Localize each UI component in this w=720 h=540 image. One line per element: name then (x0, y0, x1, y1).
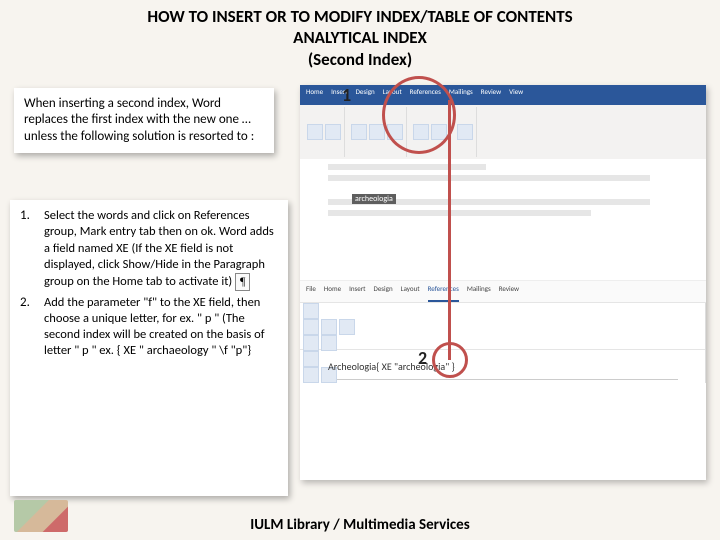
steps-panel: 1. Select the words and click on Referen… (10, 200, 288, 496)
ribbon-group (300, 335, 706, 351)
ribbon-tab[interactable]: Home (306, 87, 323, 105)
ribbon-tab[interactable]: Review (481, 87, 501, 105)
connector-line (448, 100, 451, 360)
highlighted-word[interactable]: archeologia (352, 194, 396, 204)
ribbon-icon[interactable] (307, 124, 323, 140)
title-line2: ANALYTICAL INDEX (0, 27, 720, 48)
word-ribbon-top: Home Insert Design Layout References Mai… (300, 85, 706, 156)
ribbon-tabbar: Home Insert Design Layout References Mai… (300, 85, 706, 105)
ribbon-tab[interactable]: File (306, 284, 316, 302)
text-line (328, 210, 591, 216)
ribbon-tab[interactable]: Design (356, 87, 375, 105)
step-row: 1. Select the words and click on Referen… (20, 208, 278, 291)
ribbon-icon[interactable] (369, 124, 385, 140)
step-text: Add the parameter "f" to the XE field, t… (44, 295, 278, 360)
step-number: 2. (20, 295, 44, 360)
ribbon-tab[interactable]: Review (499, 284, 519, 302)
ribbon-tab-active[interactable]: References (428, 284, 459, 302)
ribbon-icon[interactable] (321, 335, 337, 351)
ribbon-group (304, 107, 345, 157)
step-number: 1. (20, 208, 44, 291)
ribbon-icon[interactable] (303, 351, 319, 367)
step-text: Select the words and click on References… (44, 208, 278, 291)
ribbon-icon[interactable] (339, 319, 355, 335)
ribbon-tab[interactable]: View (509, 87, 523, 105)
ribbon-icon[interactable] (325, 124, 341, 140)
ribbon-icon[interactable] (303, 367, 319, 383)
ribbon-tab[interactable]: Home (324, 284, 341, 302)
word-screenshot: Home Insert Design Layout References Mai… (300, 85, 706, 480)
ribbon-tab[interactable]: Layout (401, 284, 420, 302)
showhide-icon: ¶ (235, 273, 250, 291)
ribbon-group (300, 303, 706, 319)
callout-1: 1 (342, 84, 351, 106)
ribbon-icon[interactable] (321, 319, 337, 335)
callout-2: 2 (418, 347, 427, 369)
ribbon-icon[interactable] (303, 303, 319, 319)
ribbon-icon[interactable] (457, 124, 473, 140)
ribbon-tab[interactable]: Design (374, 284, 393, 302)
text-line (328, 164, 486, 170)
ribbon-body (300, 105, 706, 159)
footer-text: IULM Library / Multimedia Services (0, 516, 720, 534)
step-row: 2. Add the parameter "f" to the XE field… (20, 295, 278, 360)
title-line1: HOW TO INSERT OR TO MODIFY INDEX/TABLE O… (0, 6, 720, 27)
callout-circle-1 (382, 76, 456, 154)
page-heading: HOW TO INSERT OR TO MODIFY INDEX/TABLE O… (0, 0, 720, 70)
ribbon-group (300, 319, 706, 335)
intro-text: When inserting a second index, Word repl… (24, 96, 254, 144)
ribbon-tab[interactable]: Insert (349, 284, 365, 302)
ribbon-icon[interactable] (351, 124, 367, 140)
callout-circle-2 (432, 342, 468, 378)
ribbon-tabbar: File Home Insert Design Layout Reference… (300, 281, 706, 303)
ribbon-tab[interactable]: Mailings (467, 284, 491, 302)
title-line3: (Second Index) (0, 49, 720, 70)
word-ribbon-bottom: File Home Insert Design Layout Reference… (300, 280, 706, 350)
document-body: archeologia (328, 164, 678, 274)
ribbon-icon[interactable] (303, 335, 319, 351)
ribbon-group (454, 107, 477, 157)
text-line (328, 175, 650, 181)
intro-panel: When inserting a second index, Word repl… (14, 88, 274, 153)
ribbon-icon[interactable] (303, 319, 319, 335)
xe-field-line: Archeologia{ XE "archeologia" } (328, 360, 678, 380)
